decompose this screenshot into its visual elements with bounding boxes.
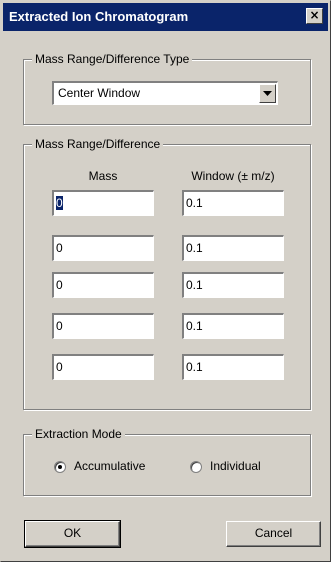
radio-unchecked-icon [190, 460, 202, 473]
accumulative-label: Accumulative [74, 459, 146, 473]
type-dropdown-value: Center Window [58, 86, 141, 100]
individual-radio[interactable]: Individual [190, 459, 261, 474]
extraction-mode-group: Extraction Mode Accumulative Individual [23, 427, 311, 496]
window-input-3-value: 0.1 [186, 278, 203, 292]
mass-input-3[interactable]: 0 [52, 272, 154, 298]
mass-input-1-value: 0 [56, 196, 63, 210]
mass-input-5[interactable]: 0 [52, 354, 154, 380]
accumulative-radio[interactable]: Accumulative [54, 459, 145, 474]
window-input-4-value: 0.1 [186, 319, 203, 333]
mass-input-4-value: 0 [56, 319, 63, 333]
window-input-3[interactable]: 0.1 [182, 272, 284, 298]
extraction-mode-legend: Extraction Mode [32, 427, 125, 442]
window-input-4[interactable]: 0.1 [182, 313, 284, 339]
mass-input-2-value: 0 [56, 241, 63, 255]
mass-range-group: Mass Range/Difference Mass Window (± m/z… [23, 137, 311, 410]
mass-range-group-legend: Mass Range/Difference [32, 137, 164, 152]
mass-input-2[interactable]: 0 [52, 235, 154, 261]
window-input-2-value: 0.1 [186, 241, 203, 255]
window-input-2[interactable]: 0.1 [182, 235, 284, 261]
radio-checked-icon [54, 460, 66, 473]
close-button[interactable]: × [306, 8, 323, 24]
ok-button[interactable]: OK [24, 520, 121, 548]
cancel-button[interactable]: Cancel [226, 521, 321, 547]
dropdown-arrow-button[interactable] [259, 84, 276, 103]
window-input-1-value: 0.1 [186, 196, 203, 210]
mass-input-1[interactable]: 0 [52, 190, 154, 216]
type-dropdown[interactable]: Center Window [52, 81, 278, 105]
window-input-1[interactable]: 0.1 [182, 190, 284, 216]
window-input-5[interactable]: 0.1 [182, 354, 284, 380]
mass-column-header: Mass [88, 169, 118, 183]
type-group: Mass Range/Difference Type Center Window [23, 52, 311, 125]
mass-input-3-value: 0 [56, 278, 63, 292]
window-column-header: Window (± m/z) [191, 169, 275, 183]
window-title: Extracted Ion Chromatogram [9, 9, 189, 24]
extracted-ion-chromatogram-dialog: Extracted Ion Chromatogram × Mass Range/… [0, 0, 331, 562]
title-bar: Extracted Ion Chromatogram × [3, 3, 328, 31]
close-icon: × [309, 8, 320, 22]
chevron-down-icon [263, 91, 272, 96]
type-group-legend: Mass Range/Difference Type [32, 52, 193, 67]
mass-input-4[interactable]: 0 [52, 313, 154, 339]
window-input-5-value: 0.1 [186, 360, 203, 374]
individual-label: Individual [210, 459, 261, 473]
mass-input-5-value: 0 [56, 360, 63, 374]
